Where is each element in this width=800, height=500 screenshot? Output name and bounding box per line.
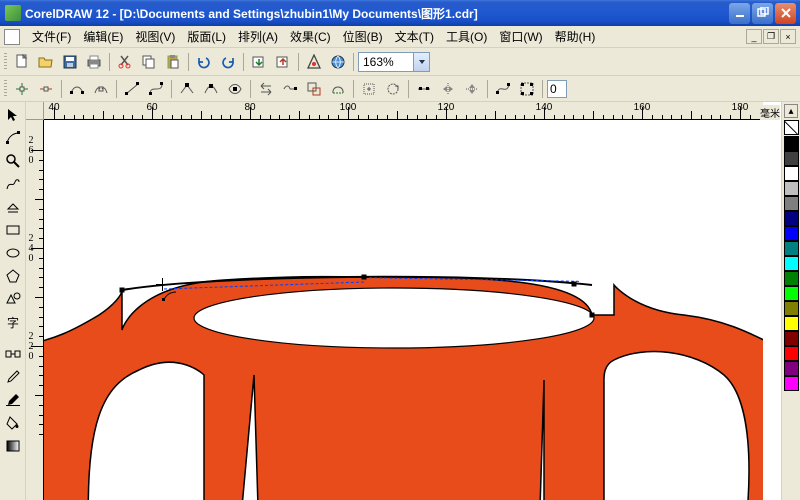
canvas-area: 406080100120140160180 毫米 2 6 0 2 4 0 2 2 0 bbox=[26, 102, 781, 500]
interactive-blend-tool-icon[interactable] bbox=[2, 343, 24, 365]
export-icon[interactable] bbox=[272, 51, 294, 73]
interactive-fill-tool-icon[interactable] bbox=[2, 435, 24, 457]
curve-smoothing-input[interactable] bbox=[547, 80, 567, 98]
app-icon bbox=[5, 5, 21, 21]
copy-icon[interactable] bbox=[138, 51, 160, 73]
drawing-artwork[interactable] bbox=[44, 120, 763, 500]
paste-icon[interactable] bbox=[162, 51, 184, 73]
menu-item[interactable]: 文件(F) bbox=[26, 26, 77, 47]
rectangle-tool-icon[interactable] bbox=[2, 219, 24, 241]
ruler-origin[interactable] bbox=[26, 102, 44, 120]
pick-tool-icon[interactable] bbox=[2, 104, 24, 126]
extract-subpath-icon[interactable] bbox=[303, 78, 325, 100]
cut-icon[interactable] bbox=[114, 51, 136, 73]
undo-icon[interactable] bbox=[193, 51, 215, 73]
toolbox: 字 bbox=[0, 102, 26, 500]
mdi-close-button[interactable]: × bbox=[780, 29, 796, 44]
menu-item[interactable]: 位图(B) bbox=[337, 26, 389, 47]
freehand-tool-icon[interactable] bbox=[2, 173, 24, 195]
outline-tool-icon[interactable] bbox=[2, 389, 24, 411]
document-icon bbox=[4, 29, 20, 45]
break-node-icon[interactable] bbox=[90, 78, 112, 100]
join-nodes-icon[interactable] bbox=[66, 78, 88, 100]
open-icon[interactable] bbox=[35, 51, 57, 73]
redo-icon[interactable] bbox=[217, 51, 239, 73]
zoom-dropdown-button[interactable] bbox=[414, 52, 430, 72]
title-bar: CorelDRAW 12 - [D:\Documents and Setting… bbox=[0, 0, 800, 26]
new-icon[interactable] bbox=[11, 51, 33, 73]
save-icon[interactable] bbox=[59, 51, 81, 73]
cusp-node-icon[interactable] bbox=[176, 78, 198, 100]
control-handle-node[interactable] bbox=[572, 282, 577, 287]
window-title: CorelDRAW 12 - [D:\Documents and Setting… bbox=[25, 5, 729, 22]
menu-item[interactable]: 视图(V) bbox=[129, 26, 181, 47]
menu-item[interactable]: 效果(C) bbox=[284, 26, 337, 47]
basic-shapes-tool-icon[interactable] bbox=[2, 288, 24, 310]
symmetric-node-icon[interactable] bbox=[224, 78, 246, 100]
corel-online-icon[interactable] bbox=[327, 51, 349, 73]
mdi-minimize-button[interactable]: _ bbox=[746, 29, 762, 44]
menu-item[interactable]: 工具(O) bbox=[440, 26, 493, 47]
reflect-v-icon[interactable] bbox=[461, 78, 483, 100]
ruler-label: 2 2 0 bbox=[26, 332, 36, 362]
curve-node[interactable] bbox=[590, 313, 595, 318]
polygon-tool-icon[interactable] bbox=[2, 265, 24, 287]
curve-node[interactable] bbox=[120, 288, 125, 293]
reverse-direction-icon[interactable] bbox=[255, 78, 277, 100]
minimize-button[interactable] bbox=[729, 3, 750, 24]
eyedropper-tool-icon[interactable] bbox=[2, 366, 24, 388]
print-icon[interactable] bbox=[83, 51, 105, 73]
import-icon[interactable] bbox=[248, 51, 270, 73]
to-curve-icon[interactable] bbox=[145, 78, 167, 100]
fill-tool-icon[interactable] bbox=[2, 412, 24, 434]
menu-bar: 文件(F)编辑(E)视图(V)版面(L)排列(A)效果(C)位图(B)文本(T)… bbox=[0, 26, 800, 48]
menu-item[interactable]: 帮助(H) bbox=[549, 26, 602, 47]
drawing-viewport[interactable] bbox=[44, 120, 763, 500]
zoom-tool-icon[interactable] bbox=[2, 150, 24, 172]
property-bar bbox=[0, 76, 800, 102]
add-node-icon[interactable] bbox=[11, 78, 33, 100]
select-all-nodes-icon[interactable] bbox=[516, 78, 538, 100]
close-button[interactable] bbox=[775, 3, 796, 24]
zoom-input[interactable] bbox=[358, 52, 414, 72]
horizontal-ruler[interactable]: 406080100120140160180 bbox=[44, 102, 763, 120]
ellipse-tool-icon[interactable] bbox=[2, 242, 24, 264]
extend-curve-icon[interactable] bbox=[279, 78, 301, 100]
ruler-label: 2 4 0 bbox=[26, 234, 36, 264]
ruler-label: 2 6 0 bbox=[26, 136, 36, 166]
ruler-unit-label: 毫米 bbox=[760, 105, 780, 120]
menu-item[interactable]: 编辑(E) bbox=[77, 26, 129, 47]
toolbar-grip[interactable] bbox=[4, 53, 7, 71]
smooth-node-icon[interactable] bbox=[200, 78, 222, 100]
menu-item[interactable]: 版面(L) bbox=[181, 26, 232, 47]
menu-item[interactable]: 窗口(W) bbox=[493, 26, 548, 47]
shape-tool-icon[interactable] bbox=[2, 127, 24, 149]
maximize-button[interactable] bbox=[752, 3, 773, 24]
stretch-nodes-icon[interactable] bbox=[358, 78, 380, 100]
svg-text:字: 字 bbox=[7, 315, 19, 330]
menu-item[interactable]: 文本(T) bbox=[389, 26, 440, 47]
menu-item[interactable]: 排列(A) bbox=[232, 26, 284, 47]
text-tool-icon[interactable]: 字 bbox=[2, 311, 24, 333]
vertical-ruler[interactable]: 2 6 0 2 4 0 2 2 0 bbox=[26, 120, 44, 500]
app-launcher-icon[interactable] bbox=[303, 51, 325, 73]
rotate-nodes-icon[interactable] bbox=[382, 78, 404, 100]
standard-toolbar bbox=[0, 48, 800, 76]
toolbar-grip[interactable] bbox=[4, 80, 7, 98]
shape-cursor-glyph bbox=[162, 290, 182, 304]
curve-node[interactable] bbox=[362, 275, 367, 280]
delete-node-icon[interactable] bbox=[35, 78, 57, 100]
smart-draw-tool-icon[interactable] bbox=[2, 196, 24, 218]
align-nodes-icon[interactable] bbox=[413, 78, 435, 100]
elastic-mode-icon[interactable] bbox=[492, 78, 514, 100]
to-line-icon[interactable] bbox=[121, 78, 143, 100]
zoom-combo[interactable] bbox=[358, 52, 430, 72]
reflect-h-icon[interactable] bbox=[437, 78, 459, 100]
mdi-restore-button[interactable]: ❐ bbox=[763, 29, 779, 44]
auto-close-icon[interactable] bbox=[327, 78, 349, 100]
